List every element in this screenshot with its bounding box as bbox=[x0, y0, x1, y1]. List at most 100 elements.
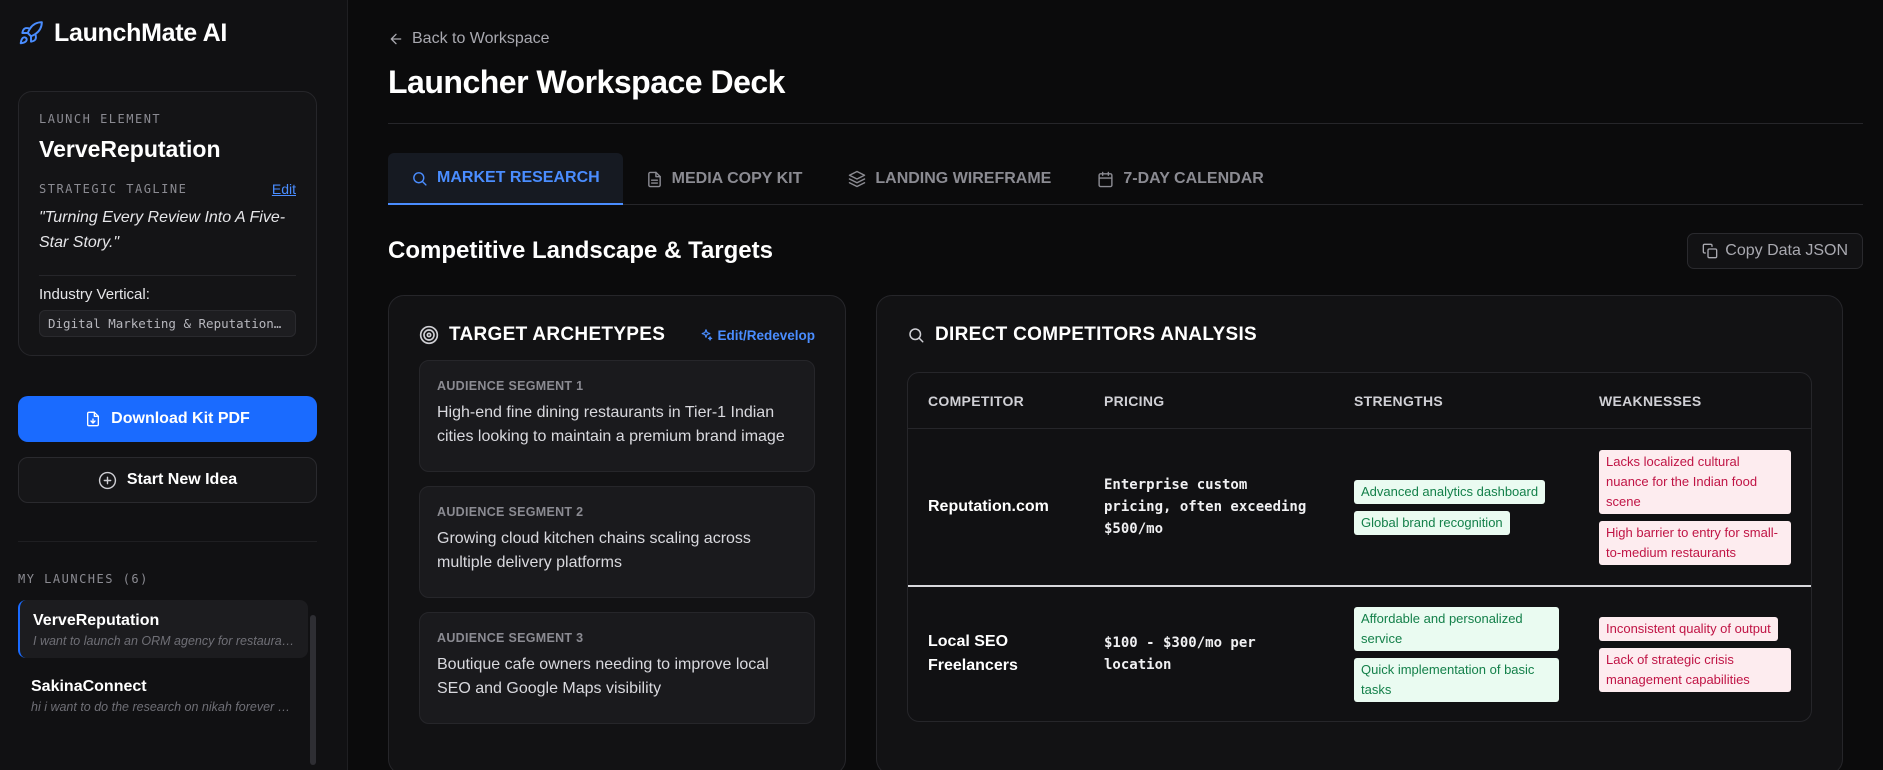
audience-segment-3: AUDIENCE SEGMENT 3 Boutique cafe owners … bbox=[419, 612, 815, 724]
segment-label: AUDIENCE SEGMENT 2 bbox=[437, 505, 584, 519]
launch-element-name: VerveReputation bbox=[39, 136, 221, 162]
competitor-weaknesses: Lacks localized cultural nuance for the … bbox=[1579, 449, 1811, 565]
tab-label: MEDIA COPY KIT bbox=[671, 170, 803, 187]
app-name: LaunchMate AI bbox=[54, 18, 227, 47]
card-divider bbox=[39, 275, 296, 276]
rocket-icon bbox=[19, 21, 43, 45]
col-header-pricing: PRICING bbox=[1104, 392, 1165, 409]
start-new-idea-button[interactable]: Start New Idea bbox=[18, 457, 317, 503]
competitor-strengths: Affordable and personalized service Quic… bbox=[1334, 606, 1579, 702]
start-new-idea-label: Start New Idea bbox=[126, 471, 238, 488]
competitor-name: Local SEO Freelancers bbox=[928, 633, 1018, 674]
launch-item-title: VerveReputation bbox=[33, 612, 160, 629]
tagline-text: "Turning Every Review Into A Five-Star S… bbox=[39, 209, 286, 251]
sidebar: LaunchMate AI LAUNCH ELEMENT VerveReputa… bbox=[0, 0, 348, 770]
strength-chip: Quick implementation of basic tasks bbox=[1354, 657, 1559, 702]
section-header: Competitive Landscape & Targets Copy Dat… bbox=[388, 233, 1863, 269]
table-row: Reputation.com Enterprise custom pricing… bbox=[908, 429, 1811, 587]
sidebar-divider bbox=[18, 541, 317, 542]
weakness-chip: Inconsistent quality of output bbox=[1599, 616, 1778, 641]
col-header-weaknesses: WEAKNESSES bbox=[1599, 392, 1702, 409]
audience-segment-1: AUDIENCE SEGMENT 1 High-end fine dining … bbox=[419, 360, 815, 472]
page-title: Launcher Workspace Deck bbox=[388, 64, 785, 100]
tagline-header: STRATEGIC TAGLINE Edit bbox=[39, 181, 296, 197]
competitor-name: Reputation.com bbox=[928, 498, 1049, 515]
copy-icon bbox=[1702, 243, 1718, 259]
edit-tagline-link[interactable]: Edit bbox=[272, 181, 296, 197]
download-kit-pdf-button[interactable]: Download Kit PDF bbox=[18, 396, 317, 442]
launch-item-title: SakinaConnect bbox=[31, 678, 147, 695]
tab-market-research[interactable]: MARKET RESEARCH bbox=[388, 153, 623, 205]
archetypes-header: TARGET ARCHETYPES Edit/Redevelop bbox=[419, 324, 815, 346]
plus-circle-icon bbox=[98, 471, 116, 489]
competitor-pricing: $100 - $300/mo per location bbox=[1104, 635, 1256, 673]
archetypes-title-text: TARGET ARCHETYPES bbox=[449, 324, 666, 345]
edit-redevelop-button[interactable]: Edit/Redevelop bbox=[699, 328, 815, 343]
launch-item-sakinaconnect[interactable]: SakinaConnect hi i want to do the resear… bbox=[18, 666, 308, 724]
my-launches-label: MY LAUNCHES (6) bbox=[18, 572, 149, 586]
col-header-strengths: STRENGTHS bbox=[1354, 392, 1444, 409]
copy-data-json-button[interactable]: Copy Data JSON bbox=[1687, 233, 1863, 269]
tab-label: 7-DAY CALENDAR bbox=[1123, 170, 1264, 187]
target-archetypes-panel: TARGET ARCHETYPES Edit/Redevelop AUDIENC… bbox=[388, 295, 846, 770]
target-icon bbox=[419, 325, 439, 345]
tagline-label: STRATEGIC TAGLINE bbox=[39, 182, 188, 196]
layers-icon bbox=[849, 170, 866, 188]
section-title: Competitive Landscape & Targets bbox=[388, 237, 773, 264]
launch-list: VerveReputation I want to launch an ORM … bbox=[18, 600, 308, 724]
competitors-header: DIRECT COMPETITORS ANALYSIS bbox=[907, 324, 1812, 346]
segment-text: High-end fine dining restaurants in Tier… bbox=[437, 404, 785, 445]
copy-data-json-label: Copy Data JSON bbox=[1725, 242, 1848, 259]
document-icon bbox=[647, 171, 661, 187]
tab-7-day-calendar[interactable]: 7-DAY CALENDAR bbox=[1074, 153, 1286, 205]
panels: TARGET ARCHETYPES Edit/Redevelop AUDIENC… bbox=[388, 295, 1843, 770]
table-row: Local SEO Freelancers $100 - $300/mo per… bbox=[908, 587, 1811, 721]
launch-item-desc: I want to launch an ORM agency for resta… bbox=[33, 634, 296, 648]
strength-chip: Global brand recognition bbox=[1354, 510, 1510, 535]
title-divider bbox=[388, 123, 1863, 124]
competitors-title: DIRECT COMPETITORS ANALYSIS bbox=[907, 324, 1257, 346]
file-download-icon bbox=[87, 411, 100, 427]
weakness-chip: High barrier to entry for small-to-mediu… bbox=[1599, 520, 1791, 565]
arrow-left-icon bbox=[390, 33, 402, 45]
weakness-chip: Lack of strategic crisis management capa… bbox=[1599, 647, 1791, 692]
competitor-pricing: Enterprise custom pricing, often exceedi… bbox=[1104, 477, 1307, 537]
back-to-workspace-label: Back to Workspace bbox=[412, 30, 550, 47]
industry-label: Industry Vertical: bbox=[39, 286, 150, 303]
brand[interactable]: LaunchMate AI bbox=[18, 18, 329, 48]
competitor-strengths: Advanced analytics dashboard Global bran… bbox=[1334, 479, 1579, 535]
search-icon bbox=[909, 328, 924, 343]
search-icon bbox=[413, 171, 427, 186]
sparkles-icon bbox=[702, 329, 713, 341]
tab-media-copy-kit[interactable]: MEDIA COPY KIT bbox=[623, 153, 826, 205]
app-root: LaunchMate AI LAUNCH ELEMENT VerveReputa… bbox=[0, 0, 1883, 770]
download-kit-pdf-label: Download Kit PDF bbox=[111, 410, 250, 427]
back-to-workspace-link[interactable]: Back to Workspace bbox=[388, 30, 1843, 48]
segment-text: Growing cloud kitchen chains scaling acr… bbox=[437, 530, 751, 571]
edit-redevelop-label: Edit/Redevelop bbox=[717, 327, 815, 343]
main-content: Back to Workspace Launcher Workspace Dec… bbox=[348, 0, 1883, 770]
table-header-row: COMPETITOR PRICING STRENGTHS WEAKNESSES bbox=[908, 373, 1811, 429]
tab-bar: MARKET RESEARCH MEDIA COPY KIT LANDING W… bbox=[388, 153, 1863, 205]
archetypes-title: TARGET ARCHETYPES bbox=[419, 324, 665, 346]
launch-element-card: LAUNCH ELEMENT VerveReputation STRATEGIC… bbox=[18, 91, 317, 356]
segment-label: AUDIENCE SEGMENT 3 bbox=[437, 631, 584, 645]
competitors-title-text: DIRECT COMPETITORS ANALYSIS bbox=[935, 324, 1257, 345]
launch-item-desc: hi i want to do the research on nikah fo… bbox=[31, 700, 296, 714]
competitors-panel: DIRECT COMPETITORS ANALYSIS COMPETITOR P… bbox=[876, 295, 1843, 770]
tab-label: LANDING WIREFRAME bbox=[875, 170, 1052, 187]
strength-chip: Advanced analytics dashboard bbox=[1354, 479, 1546, 504]
launch-item-ververeputation[interactable]: VerveReputation I want to launch an ORM … bbox=[18, 600, 308, 658]
tab-landing-wireframe[interactable]: LANDING WIREFRAME bbox=[825, 153, 1074, 205]
tab-label: MARKET RESEARCH bbox=[437, 169, 600, 186]
competitor-weaknesses: Inconsistent quality of output Lack of s… bbox=[1579, 616, 1811, 692]
strength-chip: Affordable and personalized service bbox=[1354, 606, 1559, 651]
calendar-icon bbox=[1098, 171, 1113, 187]
segment-text: Boutique cafe owners needing to improve … bbox=[437, 656, 769, 697]
launch-element-label: LAUNCH ELEMENT bbox=[39, 112, 162, 126]
launch-list-scrollbar[interactable] bbox=[310, 615, 316, 765]
industry-value: Digital Marketing & Reputation Managemen… bbox=[39, 310, 296, 337]
weakness-chip: Lacks localized cultural nuance for the … bbox=[1599, 449, 1791, 514]
col-header-competitor: COMPETITOR bbox=[928, 392, 1025, 409]
competitors-table: COMPETITOR PRICING STRENGTHS WEAKNESSES … bbox=[907, 372, 1812, 722]
